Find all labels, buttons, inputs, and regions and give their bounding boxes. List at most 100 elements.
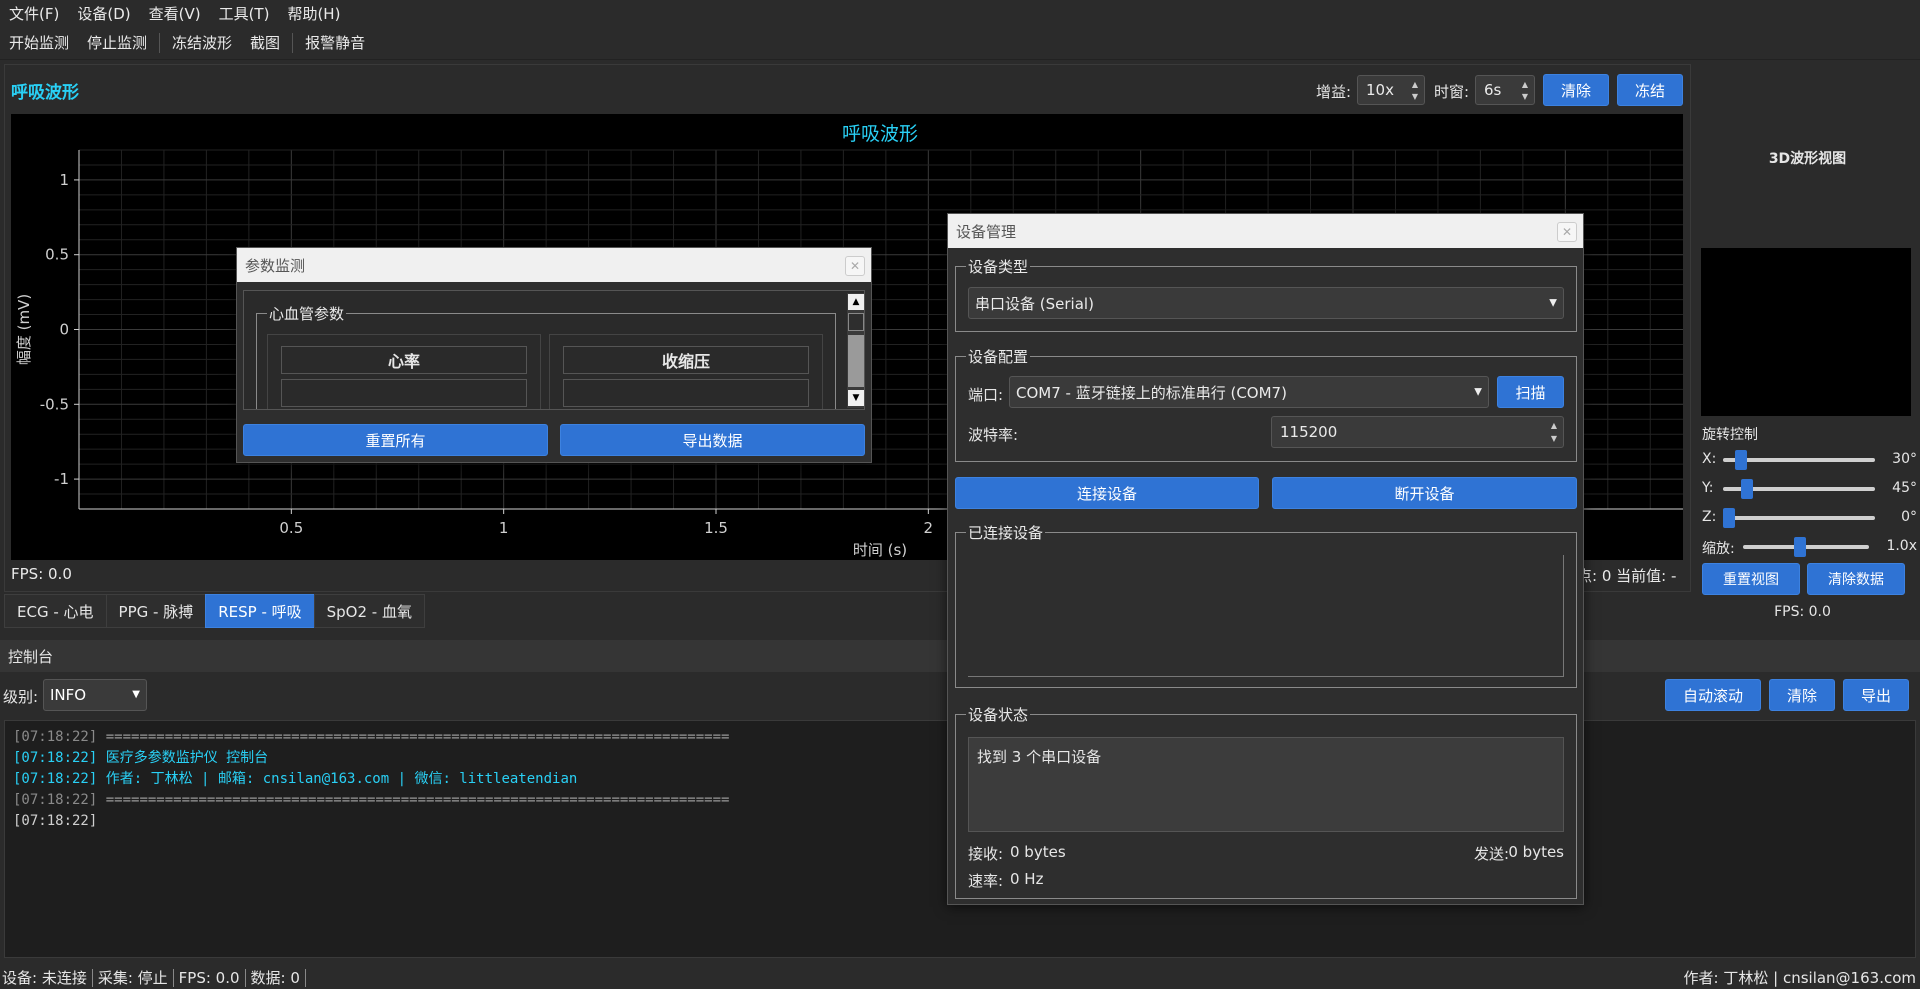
spin-arrows-icon[interactable]: ▲ ▼ <box>1408 78 1422 102</box>
scan-button[interactable]: 扫描 <box>1497 376 1564 408</box>
clear-3d-data-button[interactable]: 清除数据 <box>1807 563 1905 595</box>
device-config-group: 设备配置 端口: COM7 - 蓝牙链接上的标准串行 (COM7) ▼ 扫描 波… <box>955 346 1577 462</box>
alarm-mute-button[interactable]: 报警静音 <box>296 32 374 53</box>
dialog-titlebar[interactable]: 设备管理 ✕ <box>948 214 1583 248</box>
rotate-y-slider[interactable] <box>1723 477 1875 501</box>
slider-thumb[interactable] <box>1723 508 1735 528</box>
log-time: [07:18:22] <box>13 750 98 766</box>
slider-track <box>1723 516 1875 520</box>
toolbar-separator <box>292 32 294 53</box>
slider-thumb[interactable] <box>1734 450 1747 470</box>
heart-rate-label: 心率 <box>281 346 527 374</box>
y-tick-label: -0.5 <box>40 395 69 413</box>
tab-resp[interactable]: RESP - 呼吸 <box>205 594 315 628</box>
y-tick-label: 0.5 <box>45 246 69 264</box>
chevron-down-icon: ▼ <box>132 689 140 700</box>
dialog-title: 设备管理 <box>956 222 1017 241</box>
scroll-down-icon[interactable]: ▼ <box>848 390 864 406</box>
menu-view[interactable]: 查看(V) <box>140 3 210 24</box>
dialog-titlebar[interactable]: 参数监测 ✕ <box>237 248 871 282</box>
tab-spo2[interactable]: SpO2 - 血氧 <box>313 594 425 628</box>
menu-tools[interactable]: 工具(T) <box>210 3 279 24</box>
connect-device-button[interactable]: 连接设备 <box>955 477 1259 509</box>
zoom-value: 1.0x <box>1886 538 1917 554</box>
close-icon[interactable]: ✕ <box>1557 222 1577 242</box>
disconnect-device-button[interactable]: 断开设备 <box>1272 477 1577 509</box>
toolbar-separator <box>159 32 161 53</box>
param-monitor-dialog: 参数监测 ✕ 心血管参数 心率 收缩压 ▲ ▼ 重置所有 导出数据 <box>236 247 872 463</box>
window-label: 时窗: <box>1434 83 1470 101</box>
spin-arrows-icon[interactable]: ▲ ▼ <box>1547 419 1561 445</box>
connected-devices-group: 已连接设备 <box>955 522 1577 688</box>
tab-ppg[interactable]: PPG - 脉搏 <box>105 594 207 628</box>
cardio-group: 心血管参数 心率 收缩压 <box>256 303 836 409</box>
port-value: COM7 - 蓝牙链接上的标准串行 (COM7) <box>1016 383 1287 402</box>
gain-spinbox[interactable]: 10x ▲ ▼ <box>1357 75 1425 105</box>
port-label: 端口: <box>968 386 1004 404</box>
screenshot-button[interactable]: 截图 <box>241 32 289 53</box>
heart-rate-card: 心率 <box>267 334 541 409</box>
log-time: [07:18:22] <box>13 771 98 787</box>
rotate-x-slider[interactable] <box>1723 448 1875 472</box>
freeze-waveform-button[interactable]: 冻结波形 <box>163 32 241 53</box>
menu-file[interactable]: 文件(F) <box>0 3 68 24</box>
slider-thumb[interactable] <box>1740 479 1753 499</box>
scroll-up-icon[interactable]: ▲ <box>848 294 864 310</box>
x-tick-label: 1 <box>499 519 509 537</box>
chart-point-status: 点: 0 当前值: - <box>1577 567 1677 585</box>
scrollbar-handle[interactable] <box>848 313 864 331</box>
stop-monitor-button[interactable]: 停止监测 <box>78 32 156 53</box>
slider-thumb[interactable] <box>1794 537 1807 557</box>
menubar: 文件(F) 设备(D) 查看(V) 工具(T) 帮助(H) <box>0 0 1920 26</box>
send-value: 0 bytes <box>1508 843 1564 861</box>
log-text: 作者: 丁林松 | 邮箱: cnsilan@163.com | 微信: litt… <box>97 771 578 787</box>
resp-panel-title: 呼吸波形 <box>11 83 79 103</box>
console-export-button[interactable]: 导出 <box>1843 679 1909 711</box>
rotate-x-value: 30° <box>1892 451 1917 467</box>
console-clear-button[interactable]: 清除 <box>1769 679 1835 711</box>
device-type-select[interactable]: 串口设备 (Serial) ▼ <box>968 287 1564 319</box>
port-select[interactable]: COM7 - 蓝牙链接上的标准串行 (COM7) ▼ <box>1009 376 1489 408</box>
rotate-z-slider[interactable] <box>1723 506 1875 530</box>
spin-arrows-icon[interactable]: ▲ ▼ <box>1518 78 1532 102</box>
3d-view-canvas[interactable] <box>1701 248 1911 416</box>
auto-scroll-button[interactable]: 自动滚动 <box>1665 679 1761 711</box>
zoom-label: 缩放: <box>1702 541 1735 557</box>
rotate-x-label: X: <box>1702 451 1717 467</box>
device-status-group-title: 设备状态 <box>966 704 1031 725</box>
zoom-slider[interactable] <box>1743 535 1869 559</box>
scrollbar-track[interactable] <box>848 335 864 387</box>
systolic-label: 收缩压 <box>563 346 809 374</box>
device-manager-dialog: 设备管理 ✕ 设备类型 串口设备 (Serial) ▼ 设备配置 端口: COM… <box>947 213 1584 905</box>
param-scrollbar[interactable]: ▲ ▼ <box>847 293 864 408</box>
rotation-control-label: 旋转控制 <box>1702 427 1758 443</box>
close-icon[interactable]: ✕ <box>845 256 865 276</box>
menu-device[interactable]: 设备(D) <box>68 3 139 24</box>
menu-help[interactable]: 帮助(H) <box>278 3 349 24</box>
clear-waveform-button[interactable]: 清除 <box>1543 74 1609 106</box>
status-acquire: 采集: 停止 <box>97 969 168 987</box>
connected-devices-list[interactable] <box>968 555 1564 677</box>
log-time: [07:18:22] <box>13 729 98 745</box>
status-author: 作者: 丁林松 | cnsilan@163.com <box>1683 969 1916 987</box>
x-tick-label: 0.5 <box>279 519 303 537</box>
log-text: ========================================… <box>97 729 730 745</box>
device-status-group: 设备状态 找到 3 个串口设备 接收: 0 bytes 发送: 0 bytes … <box>955 704 1577 899</box>
baud-spinbox[interactable]: 115200 ▲ ▼ <box>1271 416 1564 448</box>
reset-view-button[interactable]: 重置视图 <box>1702 563 1800 595</box>
param-scroll-area[interactable]: 心血管参数 心率 收缩压 ▲ ▼ <box>243 290 865 410</box>
status-separator <box>91 968 93 987</box>
tab-ecg[interactable]: ECG - 心电 <box>4 594 107 628</box>
window-spinbox[interactable]: 6s ▲ ▼ <box>1475 75 1535 105</box>
reset-all-button[interactable]: 重置所有 <box>243 424 548 456</box>
start-monitor-button[interactable]: 开始监测 <box>0 32 78 53</box>
log-level-select[interactable]: INFO ▼ <box>43 679 147 711</box>
y-axis-label: 幅度 (mV) <box>15 294 33 365</box>
rotate-z-value: 0° <box>1901 509 1917 525</box>
x-tick-label: 1.5 <box>704 519 728 537</box>
export-data-button[interactable]: 导出数据 <box>560 424 865 456</box>
freeze-button[interactable]: 冻结 <box>1617 74 1683 106</box>
systolic-value-box <box>563 379 809 407</box>
baud-label: 波特率: <box>968 426 1019 444</box>
x-tick-label: 2 <box>924 519 934 537</box>
